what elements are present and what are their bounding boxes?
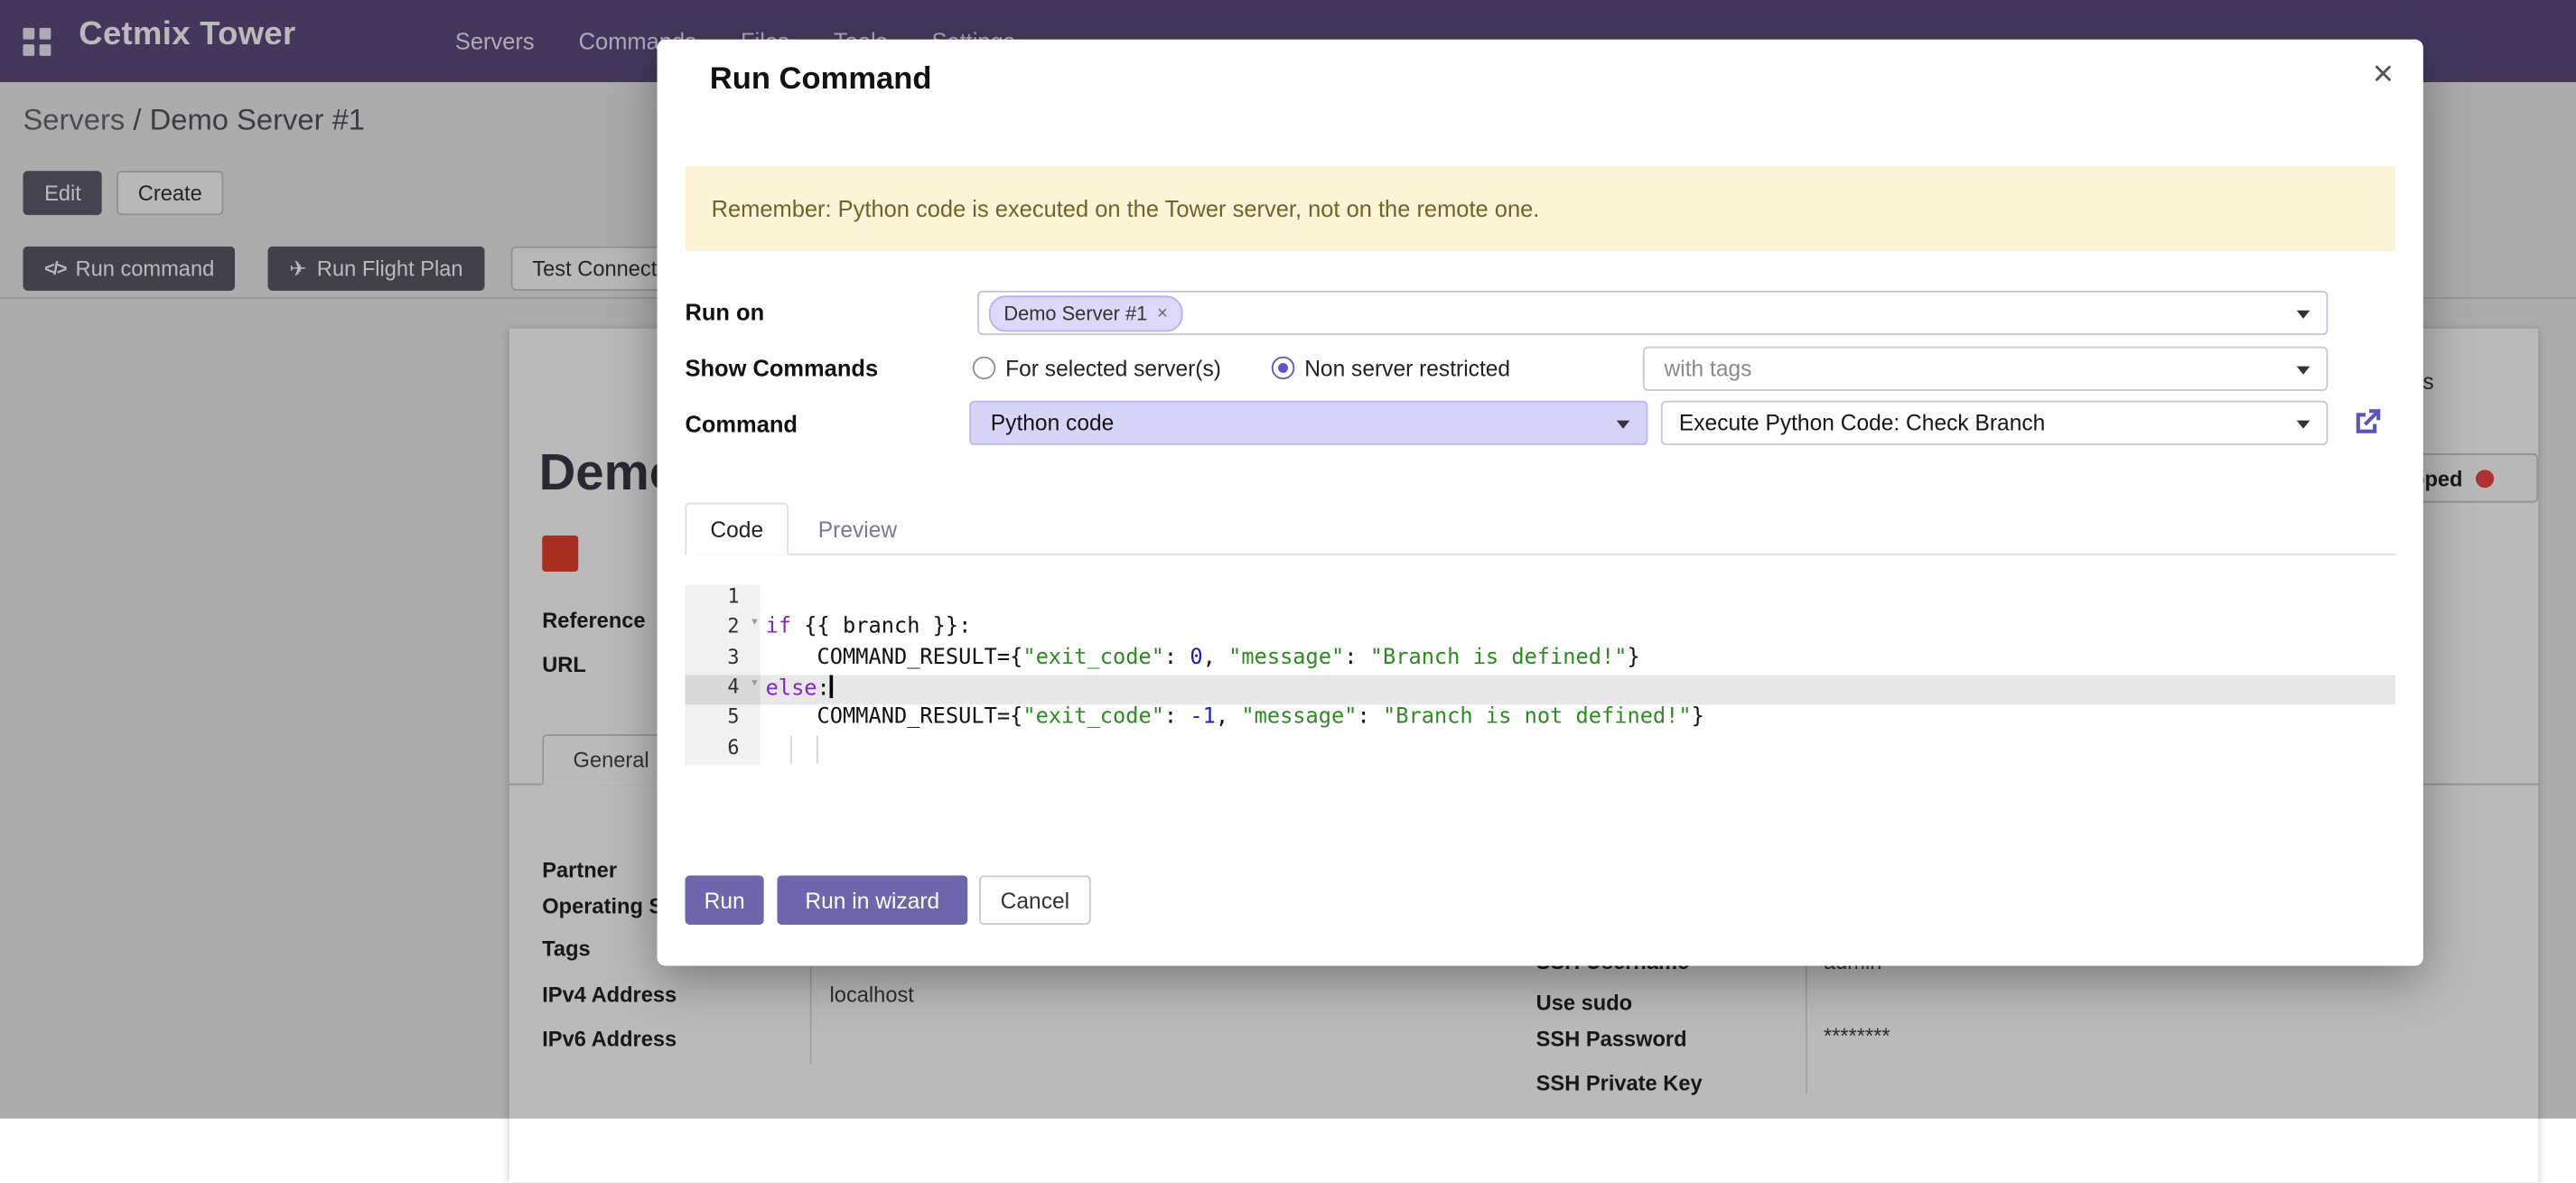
server-tag-label: Demo Server #1 [1003,302,1147,324]
tag-remove-icon[interactable]: × [1157,303,1168,323]
editor-gutter: 12▾34▾56 [685,585,761,766]
run-on-field[interactable]: Demo Server #1 × [977,291,2328,335]
tab-code[interactable]: Code [685,503,789,555]
with-tags-placeholder: with tags [1665,357,1752,381]
command-value: Execute Python Code: Check Branch [1679,411,2045,435]
code-line[interactable]: else: [761,675,2395,705]
command-type-value: Python code [991,411,1115,435]
line-number: 6 [685,735,761,765]
code-line[interactable]: COMMAND_RESULT={"exit_code": 0, "message… [761,645,2395,675]
line-number: 2▾ [685,615,761,645]
screen: Cetmix Tower Servers Commands Files Tool… [0,0,2576,1119]
radio-non-restricted-label: Non server restricted [1304,356,1510,380]
tab-underline [685,554,2394,555]
command-select[interactable]: Execute Python Code: Check Branch [1661,401,2328,445]
radio-checked-icon[interactable] [1272,357,1294,379]
radio-selected-servers-label: For selected server(s) [1005,356,1221,380]
command-type-select[interactable]: Python code [969,401,1647,445]
code-line[interactable] [761,735,2395,765]
indent-guide [790,736,792,764]
run-on-label: Run on [685,299,764,325]
chevron-down-icon [2297,310,2310,318]
code-editor[interactable]: 12▾34▾56 if {{ branch }}: COMMAND_RESULT… [685,585,2394,766]
server-tag-pill[interactable]: Demo Server #1 × [989,294,1182,331]
text-cursor [830,675,834,698]
radio-unchecked-icon[interactable] [973,357,995,379]
with-tags-select[interactable]: with tags [1643,347,2328,391]
chevron-down-icon [2297,366,2310,374]
line-number: 5 [685,705,761,735]
fold-arrow-icon[interactable]: ▾ [750,615,759,631]
line-number: 1 [685,585,761,615]
editor-lines[interactable]: if {{ branch }}: COMMAND_RESULT={"exit_c… [761,585,2395,766]
dialog-title: Run Command [710,62,932,98]
show-commands-label: Show Commands [685,355,878,381]
code-line[interactable]: COMMAND_RESULT={"exit_code": -1, "messag… [761,705,2395,735]
close-icon[interactable]: × [2373,56,2394,92]
code-line[interactable] [761,585,2395,615]
warning-banner: Remember: Python code is executed on the… [685,166,2394,252]
run-command-dialog: Run Command × Remember: Python code is e… [658,40,2423,966]
chevron-down-icon [2297,420,2310,428]
line-number: 3 [685,645,761,675]
chevron-down-icon [1617,420,1630,428]
tab-preview[interactable]: Preview [789,503,927,555]
command-label: Command [685,411,798,437]
external-link-icon[interactable] [2353,407,2383,437]
fold-arrow-icon[interactable]: ▾ [750,675,759,692]
indent-guide [817,736,818,764]
run-in-wizard-button[interactable]: Run in wizard [777,875,967,925]
radio-non-restricted[interactable]: Non server restricted [1272,351,1510,384]
cancel-button[interactable]: Cancel [979,875,1091,925]
line-number: 4▾ [685,675,761,705]
code-line[interactable]: if {{ branch }}: [761,615,2395,645]
run-button[interactable]: Run [685,875,763,925]
radio-selected-servers[interactable]: For selected server(s) [973,351,1221,384]
